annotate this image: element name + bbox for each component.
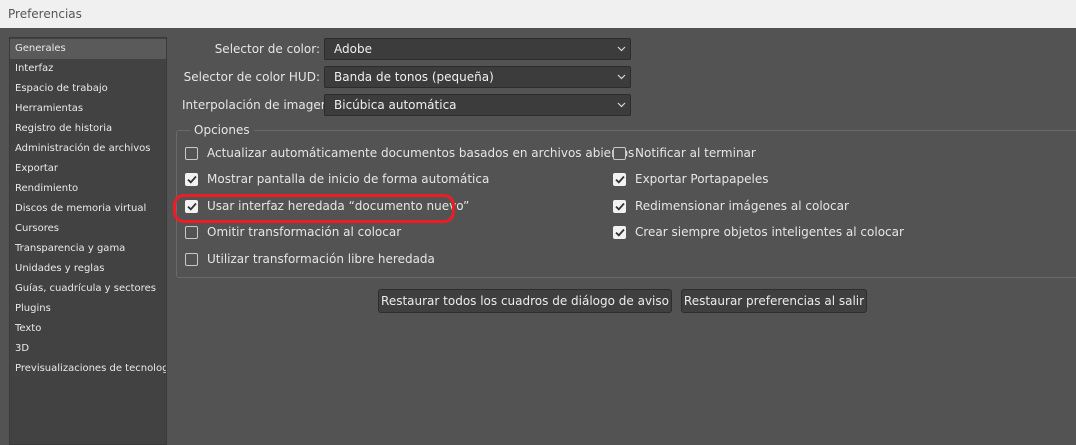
notify-when-done-option[interactable]: Notificar al terminar — [613, 146, 756, 160]
option-label: Utilizar transformación libre heredada — [207, 252, 435, 266]
checkbox[interactable] — [613, 199, 626, 213]
reset-warning-dialogs-button[interactable]: Restaurar todos los cuadros de diálogo d… — [378, 289, 672, 313]
sidebar-item-discos-de-memoria-virtual[interactable]: Discos de memoria virtual — [10, 199, 166, 219]
option-label: Omitir transformación al colocar — [207, 225, 402, 239]
resize-images-option[interactable]: Redimensionar imágenes al colocar — [613, 199, 849, 213]
chevron-down-icon — [615, 67, 627, 87]
sidebar-item-espacio-de-trabajo[interactable]: Espacio de trabajo — [10, 79, 166, 99]
option-label: Actualizar automáticamente documentos ba… — [207, 146, 635, 160]
option-label: Mostrar pantalla de inicio de forma auto… — [207, 172, 490, 186]
sidebar-item-rendimiento[interactable]: Rendimiento — [10, 179, 166, 199]
sidebar-item-3d[interactable]: 3D — [10, 339, 166, 359]
sidebar-item-plugins[interactable]: Plugins — [10, 299, 166, 319]
preferences-sidebar: Generales Interfaz Espacio de trabajo He… — [9, 37, 167, 445]
checkmark-icon — [186, 175, 197, 184]
options-legend: Opciones — [190, 123, 254, 137]
checkbox[interactable] — [185, 172, 198, 186]
hud-picker-row: Selector de color HUD: Banda de tonos (p… — [182, 66, 631, 88]
sidebar-item-transparencia-y-gama[interactable]: Transparencia y gama — [10, 239, 166, 259]
option-label: Crear siempre objetos inteligentes al co… — [635, 225, 904, 239]
smart-objects-option[interactable]: Crear siempre objetos inteligentes al co… — [613, 225, 904, 239]
checkmark-icon — [614, 175, 625, 184]
interpolation-value: Bicúbica automática — [334, 98, 457, 112]
export-clipboard-option[interactable]: Exportar Portapapeles — [613, 172, 768, 186]
checkmark-icon — [614, 228, 625, 237]
option-label: Exportar Portapapeles — [635, 172, 769, 186]
chevron-down-icon — [615, 95, 627, 115]
hud-picker-label: Selector de color HUD: — [183, 70, 320, 84]
legacy-free-transform-option[interactable]: Utilizar transformación libre heredada — [185, 252, 435, 266]
sidebar-item-herramientas[interactable]: Herramientas — [10, 99, 166, 119]
auto-update-documents-option[interactable]: Actualizar automáticamente documentos ba… — [185, 146, 634, 160]
sidebar-item-registro-de-historia[interactable]: Registro de historia — [10, 119, 166, 139]
interpolation-select[interactable]: Bicúbica automática — [324, 94, 631, 116]
color-picker-select[interactable]: Adobe — [324, 38, 631, 60]
color-picker-value: Adobe — [334, 42, 372, 56]
hud-picker-value: Banda de tonos (pequeña) — [334, 70, 494, 84]
sidebar-item-administracion-de-archivos[interactable]: Administración de archivos — [10, 139, 166, 159]
checkbox[interactable] — [613, 146, 626, 160]
sidebar-item-interfaz[interactable]: Interfaz — [10, 59, 166, 79]
annotation-highlight — [173, 194, 455, 223]
color-picker-row: Selector de color: Adobe — [182, 38, 631, 60]
checkbox[interactable] — [613, 172, 626, 186]
show-start-screen-option[interactable]: Mostrar pantalla de inicio de forma auto… — [185, 172, 489, 186]
sidebar-item-exportar[interactable]: Exportar — [10, 159, 166, 179]
checkbox[interactable] — [185, 225, 198, 239]
option-label: Notificar al terminar — [635, 146, 756, 160]
sidebar-item-guias-cuadricula-y-sectores[interactable]: Guías, cuadrícula y sectores — [10, 279, 166, 299]
sidebar-item-generales[interactable]: Generales — [10, 39, 166, 59]
checkbox[interactable] — [185, 252, 198, 266]
reset-preferences-button[interactable]: Restaurar preferencias al salir — [681, 289, 867, 313]
sidebar-item-texto[interactable]: Texto — [10, 319, 166, 339]
option-label: Redimensionar imágenes al colocar — [635, 199, 849, 213]
sidebar-item-unidades-y-reglas[interactable]: Unidades y reglas — [10, 259, 166, 279]
window-title: Preferencias — [0, 0, 1076, 28]
color-picker-label: Selector de color: — [214, 42, 320, 56]
interpolation-row: Interpolación de imagen: Bicúbica automá… — [182, 94, 631, 116]
hud-picker-select[interactable]: Banda de tonos (pequeña) — [324, 66, 631, 88]
sidebar-item-previsualizaciones-de-tecnologia[interactable]: Previsualizaciones de tecnología — [10, 359, 166, 379]
interpolation-label: Interpolación de imagen: — [182, 98, 333, 112]
checkmark-icon — [614, 202, 625, 211]
checkbox[interactable] — [613, 225, 626, 239]
checkbox[interactable] — [185, 146, 198, 160]
skip-transform-option[interactable]: Omitir transformación al colocar — [185, 225, 401, 239]
chevron-down-icon — [615, 39, 627, 59]
sidebar-item-cursores[interactable]: Cursores — [10, 219, 166, 239]
